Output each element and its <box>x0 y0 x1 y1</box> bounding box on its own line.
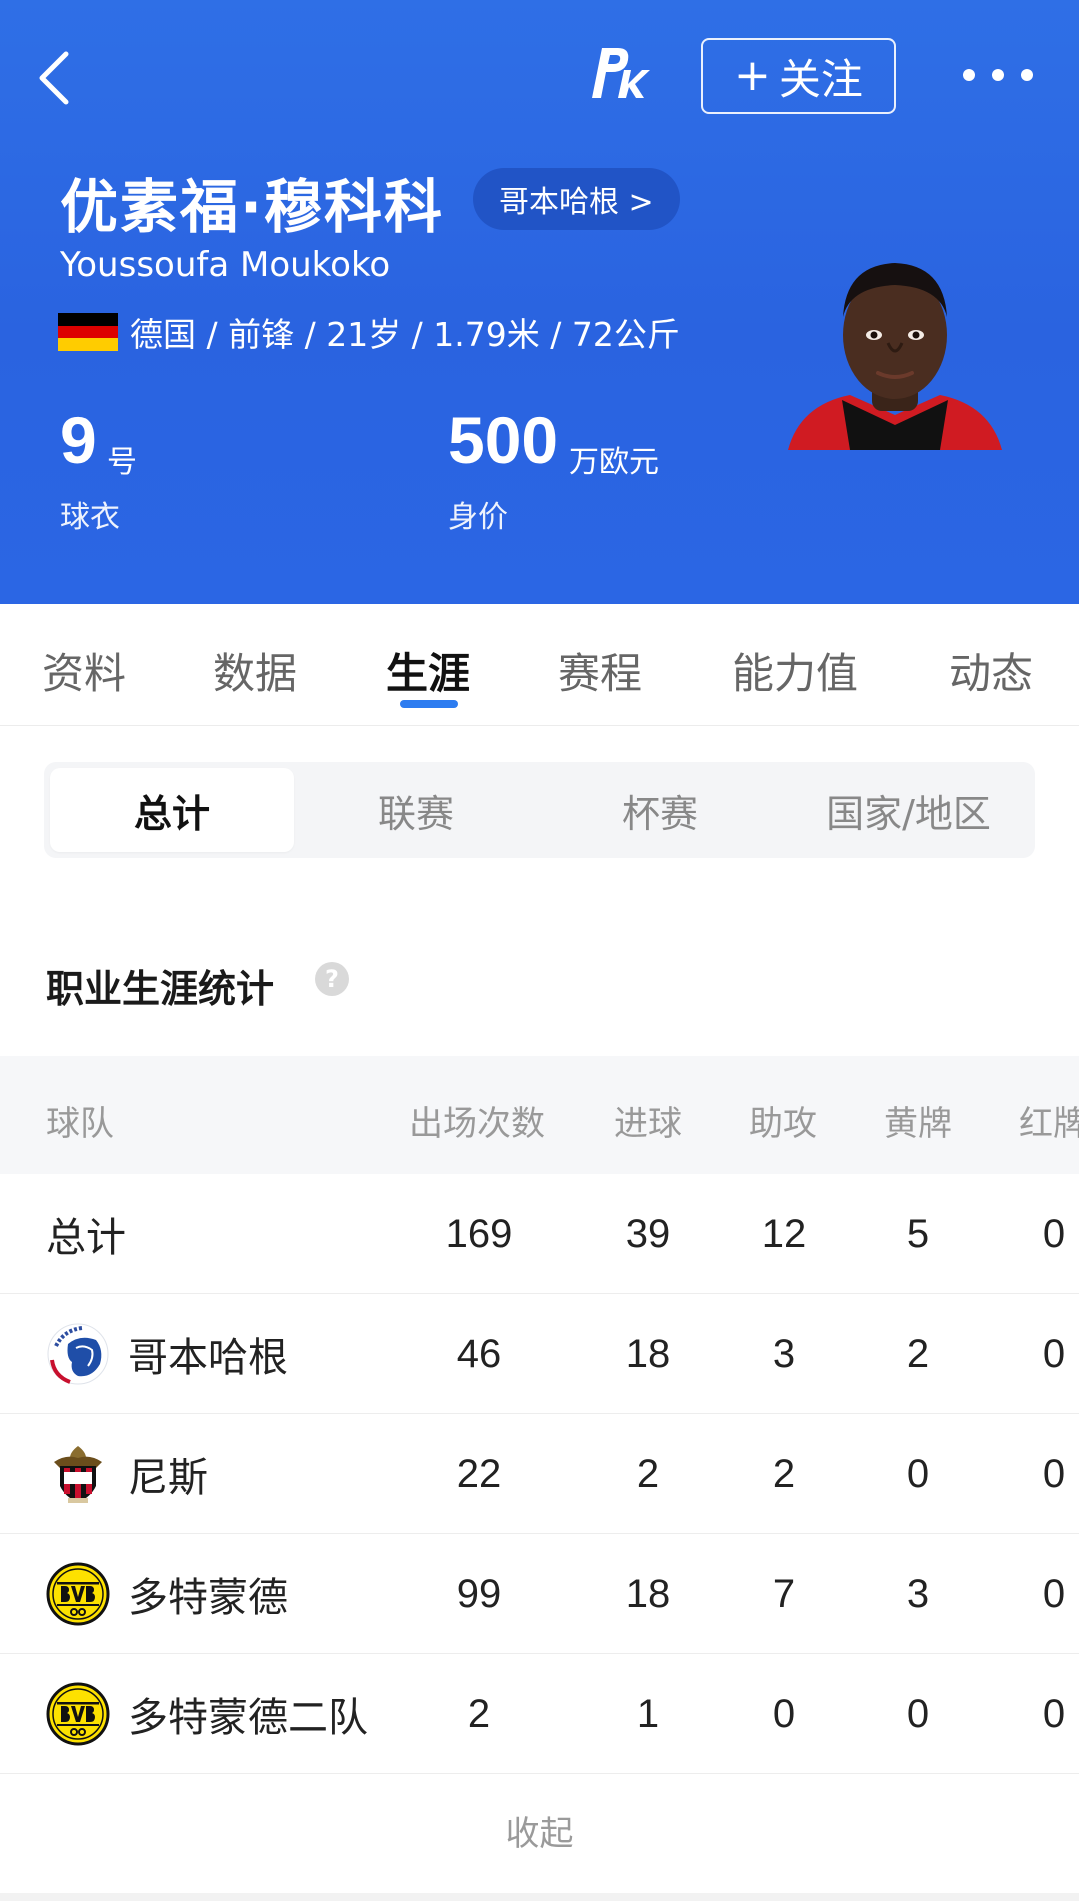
column-header-red-cards: 红牌 <box>1019 1104 1079 1144</box>
column-header-appearances: 出场次数 <box>409 1104 545 1144</box>
player-info-row: 德国 / 前锋 / 21岁 / 1.79米 / 72公斤 <box>58 308 680 356</box>
player-header: + 关注 优素福·穆科科 哥本哈根 > Youssoufa Moukoko 德国… <box>0 0 1079 604</box>
tab-data[interactable]: 数据 <box>213 640 297 701</box>
team-label: 尼斯 <box>128 1455 208 1501</box>
market-value-unit: 万欧元 <box>569 445 659 480</box>
table-header: 球队 出场次数 进球 助攻 黄牌 红牌 <box>0 1056 1079 1174</box>
back-button[interactable] <box>30 46 80 110</box>
yellow-cards-cell: 5 <box>906 1211 930 1256</box>
red-cards-cell: 0 <box>1042 1451 1066 1496</box>
table-row[interactable]: 尼斯 22 2 2 0 0 <box>0 1414 1079 1534</box>
table-row[interactable]: 哥本哈根 46 18 3 2 0 <box>0 1294 1079 1414</box>
tab-profile[interactable]: 资料 <box>42 640 126 701</box>
yellow-cards-cell: 2 <box>906 1331 930 1376</box>
team-name: 多特蒙德 <box>46 1534 288 1654</box>
appearances-cell: 99 <box>456 1571 502 1616</box>
jersey-unit: 号 <box>107 445 137 480</box>
table-row[interactable]: 多特蒙德 99 18 7 3 0 <box>0 1534 1079 1654</box>
more-options-button[interactable] <box>963 58 1033 92</box>
competition-filter: 总计 联赛 杯赛 国家/地区 <box>44 762 1035 858</box>
collapse-button[interactable]: 收起 <box>0 1780 1079 1880</box>
section-title: 职业生涯统计 <box>46 967 275 1011</box>
assists-cell: 12 <box>761 1211 807 1256</box>
appearances-cell: 2 <box>467 1691 491 1736</box>
pk-logo-icon <box>592 48 650 98</box>
more-dot-icon <box>963 69 975 81</box>
filter-total[interactable]: 总计 <box>50 768 294 852</box>
red-cards-cell: 0 <box>1042 1211 1066 1256</box>
table-row: 总计 169 39 12 5 0 <box>0 1174 1079 1294</box>
assists-cell: 2 <box>772 1451 796 1496</box>
tab-career[interactable]: 生涯 <box>386 640 470 701</box>
filter-cup[interactable]: 杯赛 <box>538 762 782 858</box>
yellow-cards-cell: 0 <box>906 1451 930 1496</box>
assists-cell: 3 <box>772 1331 796 1376</box>
tab-ability[interactable]: 能力值 <box>732 640 858 701</box>
fc-copenhagen-crest-icon <box>47 1323 109 1385</box>
goals-cell: 18 <box>625 1331 671 1376</box>
assists-cell: 7 <box>772 1571 796 1616</box>
column-header-team: 球队 <box>46 1104 114 1144</box>
goals-cell: 2 <box>636 1451 660 1496</box>
player-avatar <box>788 263 1002 450</box>
active-tab-indicator <box>400 700 458 708</box>
team-name: 总计 <box>46 1174 126 1294</box>
yellow-cards-cell: 0 <box>906 1691 930 1736</box>
column-header-assists: 助攻 <box>749 1104 817 1144</box>
team-name: 多特蒙德二队 <box>46 1654 368 1774</box>
filter-league[interactable]: 联赛 <box>294 762 538 858</box>
plus-icon: + <box>734 50 771 101</box>
more-dot-icon <box>1021 69 1033 81</box>
tab-schedule[interactable]: 赛程 <box>558 640 642 701</box>
team-label: 多特蒙德二队 <box>128 1695 368 1741</box>
team-label: 总计 <box>46 1215 126 1261</box>
current-club-link[interactable]: 哥本哈根 > <box>473 168 680 230</box>
bvb-crest-icon <box>46 1682 110 1746</box>
germany-flag-icon <box>58 313 118 352</box>
column-header-yellow-cards: 黄牌 <box>884 1104 952 1144</box>
team-label: 多特蒙德 <box>128 1575 288 1621</box>
appearances-cell: 22 <box>456 1451 502 1496</box>
help-icon[interactable]: ? <box>315 962 349 996</box>
column-header-goals: 进球 <box>614 1104 682 1144</box>
player-info-text: 德国 / 前锋 / 21岁 / 1.79米 / 72公斤 <box>130 315 680 354</box>
jersey-number: 9 <box>60 403 97 477</box>
team-name: 哥本哈根 <box>46 1294 288 1414</box>
appearances-cell: 46 <box>456 1331 502 1376</box>
chevron-left-icon <box>39 51 69 105</box>
ogc-nice-crest-icon <box>54 1446 102 1503</box>
market-value-number: 500 <box>448 403 559 477</box>
more-dot-icon <box>992 69 1004 81</box>
follow-button[interactable]: + 关注 <box>701 38 896 114</box>
red-cards-cell: 0 <box>1042 1691 1066 1736</box>
player-name-en: Youssoufa Moukoko <box>60 245 391 285</box>
team-label: 哥本哈根 <box>128 1335 288 1381</box>
red-cards-cell: 0 <box>1042 1571 1066 1616</box>
goals-cell: 39 <box>625 1211 671 1256</box>
profile-tab-bar: 资料 数据 生涯 赛程 能力值 动态 <box>0 604 1079 726</box>
yellow-cards-cell: 3 <box>906 1571 930 1616</box>
market-value-label: 身价 <box>448 500 508 535</box>
divider <box>0 1893 1079 1901</box>
table-row[interactable]: 多特蒙德二队 2 1 0 0 0 <box>0 1654 1079 1774</box>
team-name: 尼斯 <box>46 1414 208 1534</box>
assists-cell: 0 <box>772 1691 796 1736</box>
player-name-cn: 优素福·穆科科 <box>60 173 445 241</box>
goals-cell: 1 <box>636 1691 660 1736</box>
filter-national[interactable]: 国家/地区 <box>782 762 1035 858</box>
jersey-label: 球衣 <box>60 500 120 535</box>
tab-news[interactable]: 动态 <box>949 640 1033 701</box>
red-cards-cell: 0 <box>1042 1331 1066 1376</box>
goals-cell: 18 <box>625 1571 671 1616</box>
follow-label: 关注 <box>778 54 863 104</box>
appearances-cell: 169 <box>445 1211 513 1256</box>
bvb-crest-icon <box>46 1562 110 1626</box>
